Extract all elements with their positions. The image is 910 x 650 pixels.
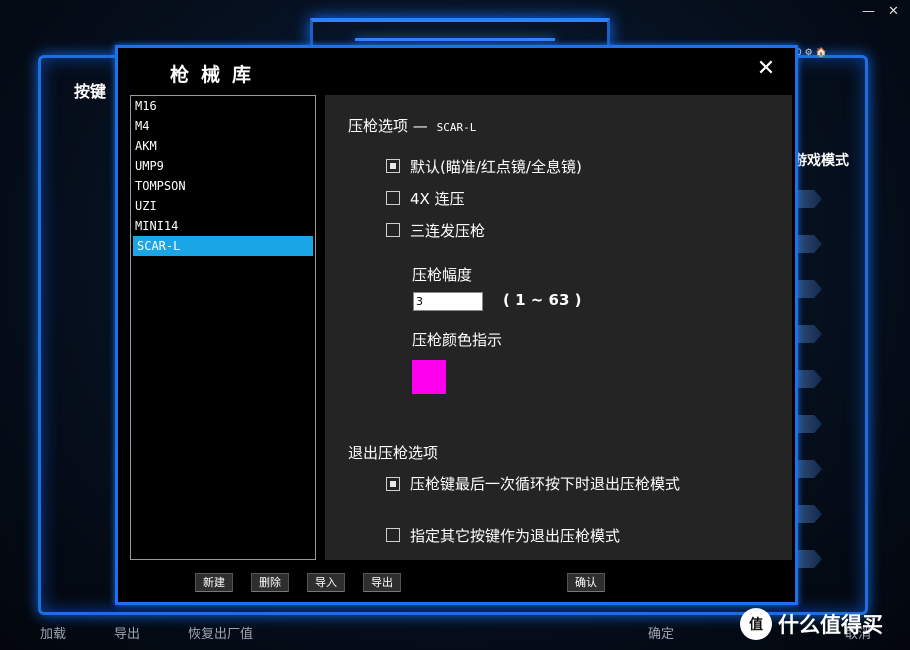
option-4x-scope[interactable]: 4X 连压	[386, 188, 465, 209]
new-button[interactable]: 新建	[195, 573, 233, 592]
weapon-list-item[interactable]: UMP9	[131, 156, 315, 176]
weapon-list-item[interactable]: M16	[131, 96, 315, 116]
weapon-list[interactable]: M16 M4 AKM UMP9 TOMPSON UZI MINI14 SCAR-…	[130, 95, 316, 560]
weapon-list-item[interactable]: M4	[131, 116, 315, 136]
checkbox[interactable]	[386, 223, 400, 237]
exit-option-last-cycle[interactable]: 压枪键最后一次循环按下时退出压枪模式	[386, 474, 716, 494]
option-label: 默认(瞄准/红点镜/全息镜)	[410, 158, 582, 176]
restore-defaults-button[interactable]: 恢复出厂值	[188, 623, 253, 642]
amplitude-input[interactable]	[413, 292, 483, 311]
background-top-icons: 0 ⚙ 🏠	[796, 48, 827, 58]
exit-section-title: 退出压枪选项	[348, 444, 439, 462]
amplitude-range: ( 1 ~ 63 )	[503, 291, 582, 309]
export-button[interactable]: 导出	[363, 573, 401, 592]
option-label: 压枪键最后一次循环按下时退出压枪模式	[410, 475, 681, 493]
weapon-list-item-selected[interactable]: SCAR-L	[133, 236, 313, 256]
weapon-list-item[interactable]: MINI14	[131, 216, 315, 236]
checkbox[interactable]	[386, 159, 400, 173]
exit-option-custom-key[interactable]: 指定其它按键作为退出压枪模式	[386, 525, 620, 546]
amplitude-label: 压枪幅度	[412, 266, 473, 284]
weapon-list-item[interactable]: AKM	[131, 136, 315, 156]
recoil-section-title: 压枪选项 — SCAR-L	[348, 115, 476, 136]
recoil-options-panel: 压枪选项 — SCAR-L 默认(瞄准/红点镜/全息镜) 4X 连压 三连发压枪…	[325, 95, 792, 560]
weapon-list-item[interactable]: UZI	[131, 196, 315, 216]
checkbox[interactable]	[386, 191, 400, 205]
option-label: 三连发压枪	[410, 222, 486, 240]
ok-button[interactable]: 确定	[648, 623, 674, 642]
color-indicator-label: 压枪颜色指示	[412, 331, 503, 349]
option-label: 指定其它按键作为退出压枪模式	[410, 527, 621, 545]
option-label: 4X 连压	[410, 190, 465, 208]
watermark-logo: 值	[740, 608, 772, 640]
dialog-title: 枪械库	[170, 64, 264, 86]
minimize-button[interactable]: —	[862, 4, 875, 19]
export-config-button[interactable]: 导出	[114, 623, 140, 642]
watermark-text: 什么值得买	[778, 613, 883, 637]
color-swatch[interactable]	[412, 360, 446, 394]
checkbox[interactable]	[386, 477, 400, 491]
background-frame-top	[310, 18, 610, 48]
weapon-list-item[interactable]: TOMPSON	[131, 176, 315, 196]
dialog-close-button[interactable]: ✕	[755, 58, 777, 80]
load-button[interactable]: 加载	[40, 623, 66, 642]
recoil-section-weapon: SCAR-L	[436, 121, 477, 134]
confirm-button[interactable]: 确认	[567, 573, 605, 592]
close-window-button[interactable]: ✕	[888, 4, 899, 19]
checkbox[interactable]	[386, 528, 400, 542]
recoil-section-dash: —	[412, 117, 428, 135]
option-default-scope[interactable]: 默认(瞄准/红点镜/全息镜)	[386, 156, 582, 177]
import-button[interactable]: 导入	[307, 573, 345, 592]
background-mode-label: 游戏模式	[793, 153, 849, 169]
weapon-library-dialog: 枪械库 ✕ M16 M4 AKM UMP9 TOMPSON UZI MINI14…	[115, 45, 798, 605]
option-triple-burst[interactable]: 三连发压枪	[386, 220, 485, 241]
delete-button[interactable]: 删除	[251, 573, 289, 592]
recoil-section-label: 压枪选项	[348, 117, 409, 135]
watermark: 值 什么值得买	[740, 606, 883, 642]
background-title: 按键	[74, 82, 107, 101]
background-glow-line	[355, 38, 555, 41]
